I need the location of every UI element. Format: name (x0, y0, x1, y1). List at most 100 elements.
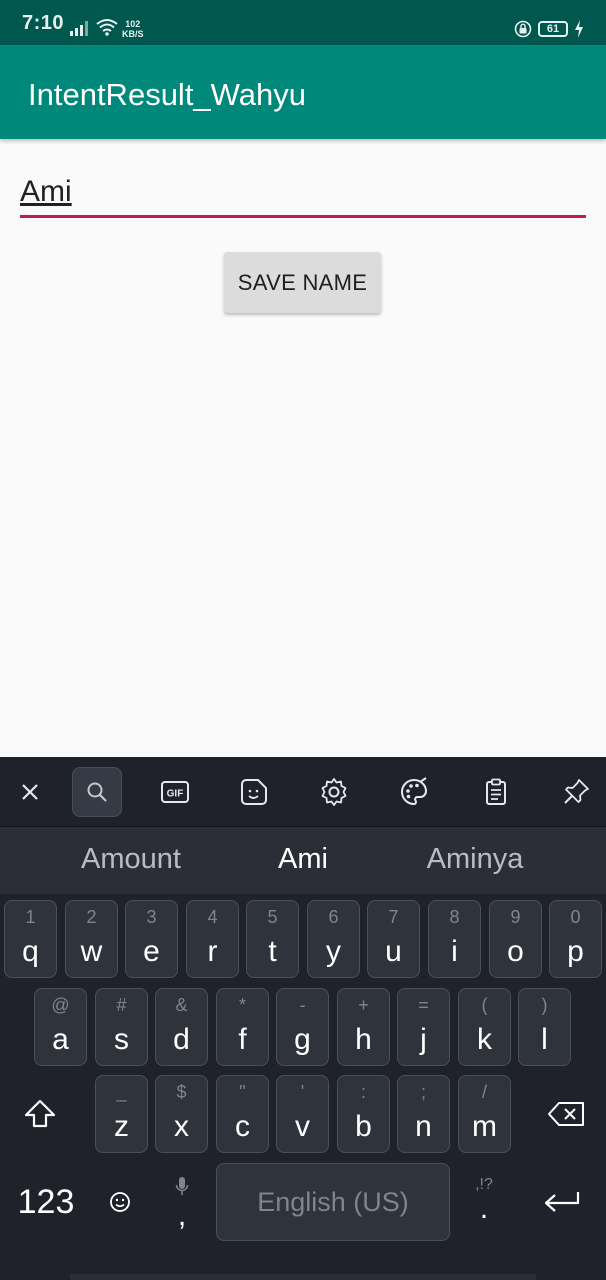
key-j[interactable]: = j (397, 988, 450, 1066)
wifi-icon (96, 19, 118, 36)
key-label: v (295, 1110, 310, 1143)
suggestion-item[interactable]: Ami (212, 843, 394, 876)
key-hint: 0 (570, 907, 581, 927)
emoji-key[interactable] (100, 1163, 140, 1241)
key-u[interactable]: 7u (367, 900, 420, 978)
key-i[interactable]: 8i (428, 900, 481, 978)
rotation-lock-icon (514, 20, 532, 38)
key-t[interactable]: 5t (246, 900, 299, 978)
pin-icon[interactable] (551, 767, 601, 817)
key-label: u (385, 935, 402, 968)
key-label: e (143, 935, 160, 968)
key-label: y (326, 935, 341, 968)
key-hint: * (238, 995, 246, 1015)
key-k[interactable]: (k (458, 988, 511, 1066)
key-hint: ' (300, 1082, 305, 1102)
key-m[interactable]: / m (458, 1075, 511, 1153)
key-d[interactable]: & d (155, 988, 208, 1066)
key-hint: 1 (25, 907, 36, 927)
gif-icon[interactable]: GIF (150, 767, 200, 817)
key-r[interactable]: 4r (186, 900, 239, 978)
key-z[interactable]: _ z (95, 1075, 148, 1153)
svg-text:GIF: GIF (167, 789, 184, 800)
key-hint: & (175, 995, 188, 1015)
key-y[interactable]: 6y (307, 900, 360, 978)
key-hint: 3 (146, 907, 157, 927)
key-l[interactable]: ) l (518, 988, 571, 1066)
keyboard-toolbar: GIF (0, 757, 606, 827)
signal-icon (70, 21, 88, 36)
key-b[interactable]: :b (337, 1075, 390, 1153)
key-x[interactable]: $ x (155, 1075, 208, 1153)
backspace-key[interactable] (536, 1075, 598, 1153)
key-label: c (235, 1110, 250, 1143)
app-bar: IntentResult_Wahyu (0, 45, 606, 139)
key-hint: - (299, 995, 306, 1015)
key-f[interactable]: * f (216, 988, 269, 1066)
shift-key[interactable] (10, 1075, 70, 1153)
key-e[interactable]: 3e (125, 900, 178, 978)
shift-icon (24, 1099, 56, 1128)
enter-key[interactable] (526, 1163, 598, 1241)
key-label: b (355, 1110, 372, 1143)
key-label: i (451, 935, 458, 968)
microphone-icon (175, 1177, 189, 1195)
key-hint: " (239, 1082, 246, 1102)
close-icon[interactable] (5, 767, 55, 817)
settings-gear-icon[interactable] (309, 767, 359, 817)
key-h[interactable]: + h (337, 988, 390, 1066)
key-hint: 6 (328, 907, 339, 927)
key-v[interactable]: ' v (276, 1075, 329, 1153)
enter-icon (544, 1192, 580, 1212)
key-label: a (52, 1023, 69, 1056)
period-key[interactable]: ,!? . (462, 1163, 506, 1241)
period-label: . (479, 1192, 489, 1225)
key-a[interactable]: @ a (34, 988, 87, 1066)
numbers-key[interactable]: 123 (6, 1163, 86, 1241)
save-name-button[interactable]: SAVE NAME (224, 252, 381, 313)
space-bar[interactable]: English (US) (216, 1163, 450, 1241)
name-input[interactable] (20, 174, 586, 218)
key-hint: 8 (449, 907, 460, 927)
status-bar: 7:10 102 KB/S 61 (0, 0, 606, 45)
key-c[interactable]: " c (216, 1075, 269, 1153)
key-hint: 5 (267, 907, 278, 927)
key-hint: # (116, 995, 127, 1015)
key-label: q (22, 935, 39, 968)
key-label: h (355, 1023, 372, 1056)
key-hint: : (360, 1082, 366, 1102)
key-hint: 9 (510, 907, 521, 927)
key-hint: 4 (207, 907, 218, 927)
key-label: l (541, 1023, 548, 1056)
key-s[interactable]: # s (95, 988, 148, 1066)
key-hint: ; (420, 1082, 426, 1102)
key-label: r (207, 935, 218, 968)
key-w[interactable]: 2w (65, 900, 118, 978)
key-g[interactable]: -g (276, 988, 329, 1066)
key-hint: + (358, 995, 369, 1015)
key-p[interactable]: 0p (549, 900, 602, 978)
suggestion-item[interactable]: Amount (40, 843, 222, 876)
clipboard-icon[interactable] (471, 767, 521, 817)
sticker-icon[interactable] (229, 767, 279, 817)
suggestion-strip: Amount Ami Aminya (0, 827, 606, 894)
status-time: 7:10 (22, 12, 65, 34)
key-label: d (173, 1023, 190, 1056)
key-label: o (507, 935, 524, 968)
comma-key[interactable]: , (160, 1163, 204, 1241)
key-hint: ( (481, 995, 488, 1015)
key-label: g (294, 1023, 311, 1056)
key-hint: @ (51, 995, 70, 1015)
key-label: n (415, 1110, 432, 1143)
key-hint: ) (541, 995, 548, 1015)
key-o[interactable]: 9o (489, 900, 542, 978)
network-speed-value: 102 (125, 19, 141, 29)
key-n[interactable]: ; n (397, 1075, 450, 1153)
key-label: k (477, 1023, 492, 1056)
battery-level: 61 (538, 21, 568, 37)
suggestion-item[interactable]: Aminya (384, 843, 566, 876)
key-q[interactable]: 1q (4, 900, 57, 978)
theme-palette-icon[interactable] (389, 767, 439, 817)
search-icon[interactable] (72, 767, 122, 817)
key-label: j (420, 1023, 427, 1056)
